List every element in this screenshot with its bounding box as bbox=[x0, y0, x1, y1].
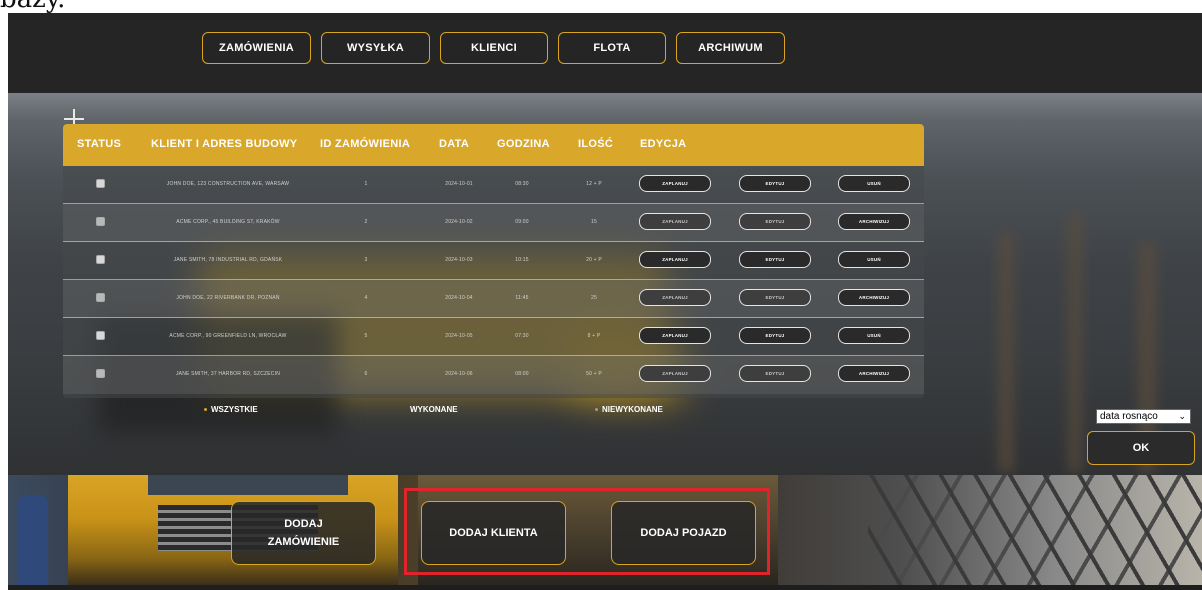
cell-client: ACME CORP., 45 BUILDING ST, KRAKÓW bbox=[176, 219, 280, 225]
edit-button[interactable]: EDYTUJ bbox=[739, 251, 811, 268]
th-client: KLIENT I ADRES BUDOWY bbox=[151, 138, 298, 150]
status-checkbox[interactable] bbox=[96, 179, 105, 188]
filter-done-label: WYKONANE bbox=[410, 405, 458, 414]
cell-time: 10:15 bbox=[515, 257, 529, 263]
table-row: JANE SMITH, 37 HARBOR RD, SZCZECIN 6 202… bbox=[63, 356, 924, 394]
status-checkbox[interactable] bbox=[96, 217, 105, 226]
filter-active-dot-icon bbox=[204, 408, 207, 412]
plan-button[interactable]: ZAPLANUJ bbox=[639, 251, 711, 268]
th-edit: EDYCJA bbox=[640, 138, 687, 150]
footer-strip bbox=[8, 585, 1202, 590]
delete-button[interactable]: USUŃ bbox=[838, 327, 910, 344]
edit-button[interactable]: EDYTUJ bbox=[739, 213, 811, 230]
cell-client: JOHN DOE, 22 RIVERBANK DR, POZNAŃ bbox=[176, 295, 280, 301]
plan-button[interactable]: ZAPLANUJ bbox=[639, 327, 711, 344]
cell-id: 6 bbox=[364, 371, 368, 377]
cell-date: 2024-10-01 bbox=[445, 181, 473, 187]
sort-selected-value: data rosnąco bbox=[1100, 411, 1158, 422]
cell-date: 2024-10-02 bbox=[445, 219, 473, 225]
cell-quantity: 50 + P bbox=[586, 371, 602, 377]
th-time: GODZINA bbox=[497, 138, 550, 150]
filter-all-label: WSZYSTKIE bbox=[211, 405, 258, 414]
th-status: STATUS bbox=[77, 138, 122, 150]
nav-archiwum-button[interactable]: ARCHIWUM bbox=[676, 32, 785, 64]
archive-button[interactable]: ARCHIWIZUJ bbox=[838, 365, 910, 382]
cell-time: 09:00 bbox=[515, 219, 529, 225]
filter-done[interactable]: WYKONANE bbox=[410, 405, 458, 414]
status-checkbox[interactable] bbox=[96, 369, 105, 378]
status-checkbox[interactable] bbox=[96, 293, 105, 302]
top-navbar: ZAMÓWIENIA WYSYŁKA KLIENCI FLOTA ARCHIWU… bbox=[8, 13, 1202, 93]
top-fragment-text: bazy. bbox=[0, 0, 65, 13]
blurred-scaffold-pole-1 bbox=[998, 233, 1014, 473]
edit-button[interactable]: EDYTUJ bbox=[739, 365, 811, 382]
orders-table-header: STATUS KLIENT I ADRES BUDOWY ID ZAMÓWIEN… bbox=[63, 124, 924, 166]
nav-flota-button[interactable]: FLOTA bbox=[558, 32, 666, 64]
cell-date: 2024-10-05 bbox=[445, 333, 473, 339]
delete-button[interactable]: USUŃ bbox=[838, 175, 910, 192]
cell-date: 2024-10-04 bbox=[445, 295, 473, 301]
table-row: ACME CORP., 45 BUILDING ST, KRAKÓW 2 202… bbox=[63, 204, 924, 242]
chevron-down-icon: ⌄ bbox=[1178, 411, 1186, 421]
page-text-fragment: bazy. bbox=[0, 0, 1202, 13]
cell-id: 1 bbox=[364, 181, 368, 187]
plan-button[interactable]: ZAPLANUJ bbox=[639, 175, 711, 192]
cell-client: JANE SMITH, 37 HARBOR RD, SZCZECIN bbox=[175, 371, 281, 377]
cell-time: 08:30 bbox=[515, 181, 529, 187]
cell-id: 4 bbox=[364, 295, 368, 301]
plan-button[interactable]: ZAPLANUJ bbox=[639, 365, 711, 382]
cell-client: JANE SMITH, 78 INDUSTRIAL RD, GDAŃSK bbox=[173, 257, 283, 263]
filter-undone[interactable]: NIEWYKONANE bbox=[595, 405, 663, 414]
cell-quantity: 20 + P bbox=[586, 257, 602, 263]
orders-table: STATUS KLIENT I ADRES BUDOWY ID ZAMÓWIEN… bbox=[63, 124, 924, 398]
highlight-annotation-box bbox=[404, 488, 770, 575]
status-checkbox[interactable] bbox=[96, 331, 105, 340]
cell-time: 11:45 bbox=[515, 295, 529, 301]
cell-client: JOHN DOE, 123 CONSTRUCTION AVE, WARSAW bbox=[166, 181, 290, 187]
filter-undone-label: NIEWYKONANE bbox=[602, 405, 663, 414]
cell-id: 5 bbox=[364, 333, 368, 339]
ok-button[interactable]: OK bbox=[1087, 431, 1195, 465]
cell-client: ACME CORP., 90 GREENFIELD LN, WROCŁAW bbox=[169, 333, 287, 339]
sort-select[interactable]: data rosnąco ⌄ bbox=[1096, 409, 1191, 424]
th-date: DATA bbox=[439, 138, 470, 150]
cell-time: 08:00 bbox=[515, 371, 529, 377]
delete-button[interactable]: USUŃ bbox=[838, 251, 910, 268]
cell-date: 2024-10-03 bbox=[445, 257, 473, 263]
cell-quantity: 25 bbox=[591, 295, 597, 301]
filter-dot-icon bbox=[595, 408, 598, 412]
edit-button[interactable]: EDYTUJ bbox=[739, 289, 811, 306]
table-row: JOHN DOE, 123 CONSTRUCTION AVE, WARSAW 1… bbox=[63, 166, 924, 204]
truck-window bbox=[148, 475, 348, 495]
cell-id: 2 bbox=[364, 219, 368, 225]
status-checkbox[interactable] bbox=[96, 255, 105, 264]
cell-quantity: 8 + P bbox=[587, 333, 601, 339]
th-quantity: ILOŚĆ bbox=[578, 138, 614, 150]
worker-figure bbox=[18, 495, 48, 585]
cell-quantity: 15 bbox=[591, 219, 597, 225]
th-order-id: ID ZAMÓWIENIA bbox=[320, 138, 411, 150]
table-row: JANE SMITH, 78 INDUSTRIAL RD, GDAŃSK 3 2… bbox=[63, 242, 924, 280]
add-order-label: DODAJ ZAMÓWIENIE bbox=[267, 518, 340, 548]
archive-button[interactable]: ARCHIWIZUJ bbox=[838, 213, 910, 230]
cell-date: 2024-10-06 bbox=[445, 371, 473, 377]
cell-id: 3 bbox=[364, 257, 368, 263]
nav-wysylka-button[interactable]: WYSYŁKA bbox=[321, 32, 430, 64]
table-row: ACME CORP., 90 GREENFIELD LN, WROCŁAW 5 … bbox=[63, 318, 924, 356]
blurred-scaffold-pole-2 bbox=[1068, 213, 1082, 473]
filter-all[interactable]: WSZYSTKIE bbox=[204, 405, 258, 414]
add-order-button[interactable]: DODAJ ZAMÓWIENIE bbox=[231, 501, 376, 565]
cell-time: 07:30 bbox=[515, 333, 529, 339]
nav-zamowienia-button[interactable]: ZAMÓWIENIA bbox=[202, 32, 311, 64]
nav-klienci-button[interactable]: KLIENCI bbox=[440, 32, 548, 64]
sky-band bbox=[8, 93, 1202, 121]
plan-button[interactable]: ZAPLANUJ bbox=[639, 289, 711, 306]
plan-button[interactable]: ZAPLANUJ bbox=[639, 213, 711, 230]
table-row: JOHN DOE, 22 RIVERBANK DR, POZNAŃ 4 2024… bbox=[63, 280, 924, 318]
cell-quantity: 12 + P bbox=[586, 181, 602, 187]
edit-button[interactable]: EDYTUJ bbox=[739, 175, 811, 192]
scaffolding-image bbox=[868, 475, 1202, 585]
edit-button[interactable]: EDYTUJ bbox=[739, 327, 811, 344]
archive-button[interactable]: ARCHIWIZUJ bbox=[838, 289, 910, 306]
